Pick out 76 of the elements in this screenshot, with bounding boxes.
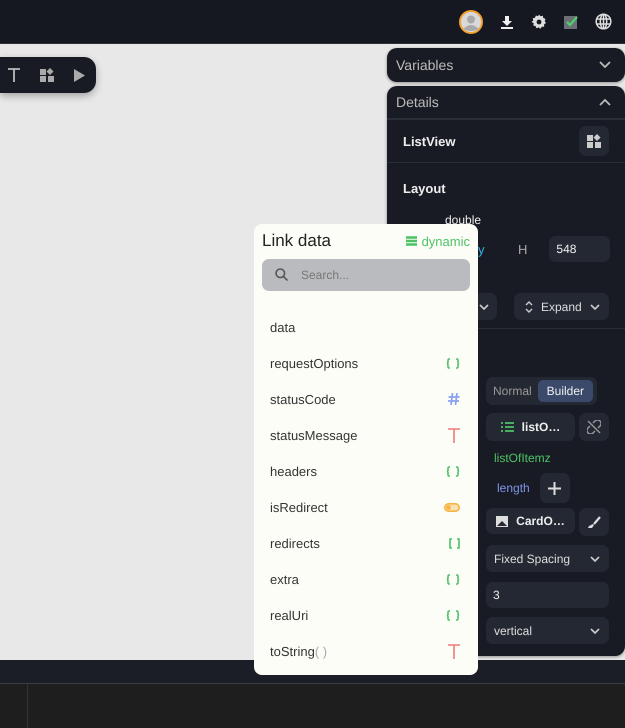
field-name: extra — [270, 572, 299, 586]
chevron-icon — [478, 304, 488, 310]
plus-icon — [548, 482, 562, 494]
widget-icon[interactable] — [40, 68, 54, 82]
height-field[interactable]: 548 — [549, 236, 610, 262]
field-name: headers — [270, 464, 317, 478]
field-name: data — [270, 320, 296, 334]
settings-icon[interactable] — [531, 14, 547, 30]
field-item[interactable]: toString( ) — [262, 633, 470, 669]
up-down-icon — [525, 300, 533, 312]
data-source-button[interactable]: listO… — [486, 413, 575, 441]
spacing-dropdown[interactable]: Fixed Spacing — [486, 545, 609, 572]
stack-icon — [406, 236, 417, 246]
field-name: statusCode — [270, 392, 336, 406]
widget-icon — [587, 134, 601, 148]
list-icon — [500, 422, 514, 432]
unlink-icon — [587, 420, 601, 434]
search-field[interactable]: Search... — [262, 259, 470, 291]
image-icon — [496, 516, 508, 526]
play-icon[interactable] — [74, 68, 85, 82]
field-name: requestOptions — [270, 356, 358, 370]
field-item[interactable]: extra — [262, 561, 470, 597]
mode-tab[interactable]: Normal — [489, 380, 536, 402]
hash-icon — [448, 393, 460, 405]
text-type-icon — [448, 428, 460, 442]
count-field-label: length — [497, 481, 530, 495]
chevron-icon[interactable] — [599, 61, 611, 69]
section-title: Layout — [403, 181, 446, 197]
width-value: double — [445, 213, 482, 227]
popup-title: Link data — [262, 231, 331, 251]
panel-title[interactable]: Variables — [396, 57, 454, 73]
chevron-icon[interactable] — [599, 98, 611, 106]
braces-icon — [446, 610, 460, 620]
main-axis-dropdown[interactable]: Expand — [514, 293, 609, 320]
globe-icon[interactable] — [595, 13, 612, 30]
field-item[interactable]: realUri — [262, 597, 470, 633]
brackets-icon — [449, 538, 460, 548]
braces-icon — [446, 574, 460, 584]
chevron-icon — [590, 628, 600, 634]
panel-title[interactable]: Details — [396, 94, 439, 110]
style-button[interactable] — [579, 508, 609, 536]
add-button[interactable] — [540, 473, 570, 503]
search-icon — [275, 268, 288, 281]
field-item[interactable]: statusMessage — [262, 417, 470, 453]
direction-dropdown[interactable]: vertical — [486, 617, 609, 644]
text-tool-icon[interactable] — [8, 68, 20, 82]
braces-icon — [446, 358, 460, 368]
chevron-icon — [590, 556, 600, 562]
text-type-icon — [448, 644, 460, 658]
field-name: isRedirect — [270, 500, 328, 514]
height-label: H — [518, 242, 528, 256]
field-item[interactable]: statusCode — [262, 381, 470, 417]
field-name: toString( ) — [270, 644, 328, 658]
data-path: listOfItemz — [494, 451, 551, 465]
spacing-field[interactable]: 3 — [486, 582, 609, 608]
mode-tab[interactable]: Builder — [538, 380, 594, 402]
field-item[interactable]: redirects — [262, 525, 470, 561]
field-item[interactable]: requestOptions — [262, 345, 470, 381]
field-item[interactable]: data — [262, 309, 470, 345]
width-unit: y — [478, 242, 485, 256]
widget-button[interactable] — [579, 126, 609, 156]
field-name: realUri — [270, 608, 308, 622]
unlink-button[interactable] — [579, 413, 609, 441]
avatar-icon[interactable] — [459, 10, 483, 34]
checklist-icon[interactable] — [564, 14, 578, 28]
field-item[interactable]: isRedirect — [262, 489, 470, 525]
field-name: statusMessage — [270, 428, 358, 442]
field-item[interactable]: headers — [262, 453, 470, 489]
field-name: redirects — [270, 536, 320, 550]
toggle-icon — [444, 502, 460, 512]
brush-icon — [588, 516, 600, 528]
widget-name: ListView — [403, 134, 456, 148]
download-icon[interactable] — [500, 14, 514, 28]
chevron-icon — [590, 304, 600, 310]
braces-icon — [446, 466, 460, 476]
item-widget-button[interactable]: CardO… — [486, 508, 575, 534]
